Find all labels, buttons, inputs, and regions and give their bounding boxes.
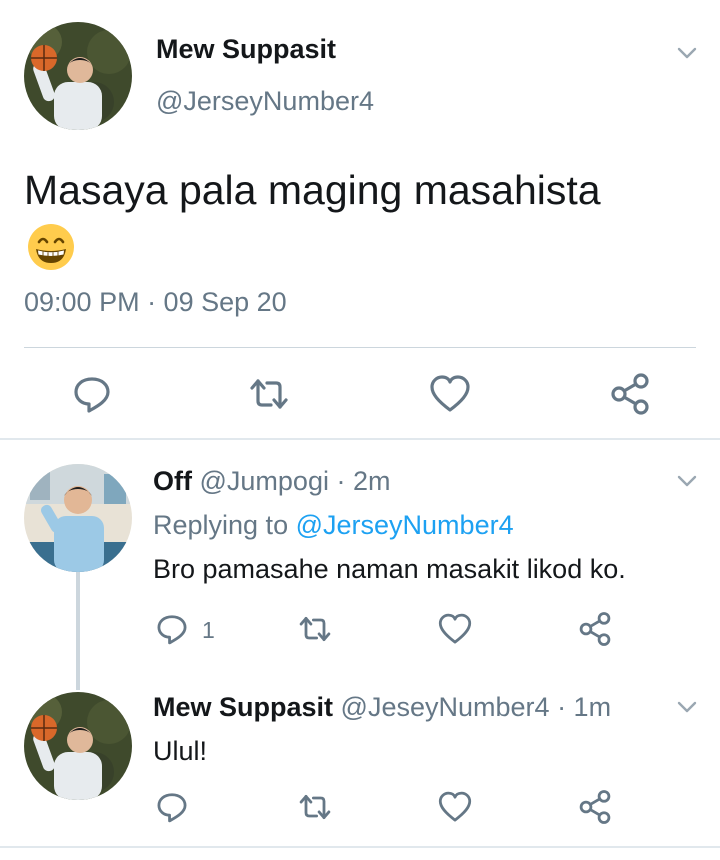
reply-avatar[interactable] bbox=[24, 692, 132, 800]
reply-author-name[interactable]: Off bbox=[153, 466, 192, 496]
section-divider bbox=[0, 438, 720, 440]
reply-time: · 1m bbox=[557, 692, 612, 722]
reply-author-handle[interactable]: @JeseyNumber4 bbox=[341, 692, 550, 722]
author-avatar[interactable] bbox=[24, 22, 132, 130]
retweet-icon[interactable] bbox=[297, 611, 333, 647]
like-icon[interactable] bbox=[437, 611, 473, 647]
grinning-face-emoji bbox=[26, 222, 76, 272]
reply-time: · 2m bbox=[336, 466, 391, 496]
replying-to-label: Replying to bbox=[153, 510, 289, 540]
thread-connector bbox=[76, 572, 80, 690]
share-icon[interactable] bbox=[577, 789, 613, 825]
tweet-timestamp[interactable]: 09:00 PM · 09 Sep 20 bbox=[24, 287, 287, 318]
retweet-icon[interactable] bbox=[247, 372, 291, 416]
reply-icon[interactable] bbox=[70, 372, 114, 416]
replying-to-link[interactable]: @JerseyNumber4 bbox=[296, 510, 514, 540]
author-name[interactable]: Mew Suppasit bbox=[156, 34, 336, 65]
chevron-down-icon[interactable] bbox=[676, 696, 698, 718]
like-icon[interactable] bbox=[437, 789, 473, 825]
reply-header: Off @Jumpogi · 2m bbox=[153, 466, 390, 497]
reply-count: 1 bbox=[202, 617, 215, 643]
divider bbox=[24, 347, 696, 348]
tweet-text: Masaya pala maging masahista bbox=[24, 167, 601, 213]
reply-text: Ulul! bbox=[153, 736, 208, 766]
replying-to: Replying to @JerseyNumber4 bbox=[153, 510, 514, 541]
reply-icon[interactable] bbox=[154, 789, 190, 825]
like-icon[interactable] bbox=[428, 372, 472, 416]
reply-avatar[interactable] bbox=[24, 464, 132, 572]
share-icon[interactable] bbox=[608, 372, 652, 416]
section-divider bbox=[0, 846, 720, 848]
chevron-down-icon[interactable] bbox=[676, 42, 698, 64]
retweet-icon[interactable] bbox=[297, 789, 333, 825]
reply-author-name[interactable]: Mew Suppasit bbox=[153, 692, 333, 722]
author-handle[interactable]: @JerseyNumber4 bbox=[156, 86, 374, 117]
share-icon[interactable] bbox=[577, 611, 613, 647]
reply-author-handle[interactable]: @Jumpogi bbox=[200, 466, 329, 496]
reply-icon[interactable] bbox=[154, 611, 190, 647]
chevron-down-icon[interactable] bbox=[676, 470, 698, 492]
reply-text: Bro pamasahe naman masakit likod ko. bbox=[153, 554, 626, 584]
reply-header: Mew Suppasit @JeseyNumber4 · 1m bbox=[153, 692, 611, 723]
